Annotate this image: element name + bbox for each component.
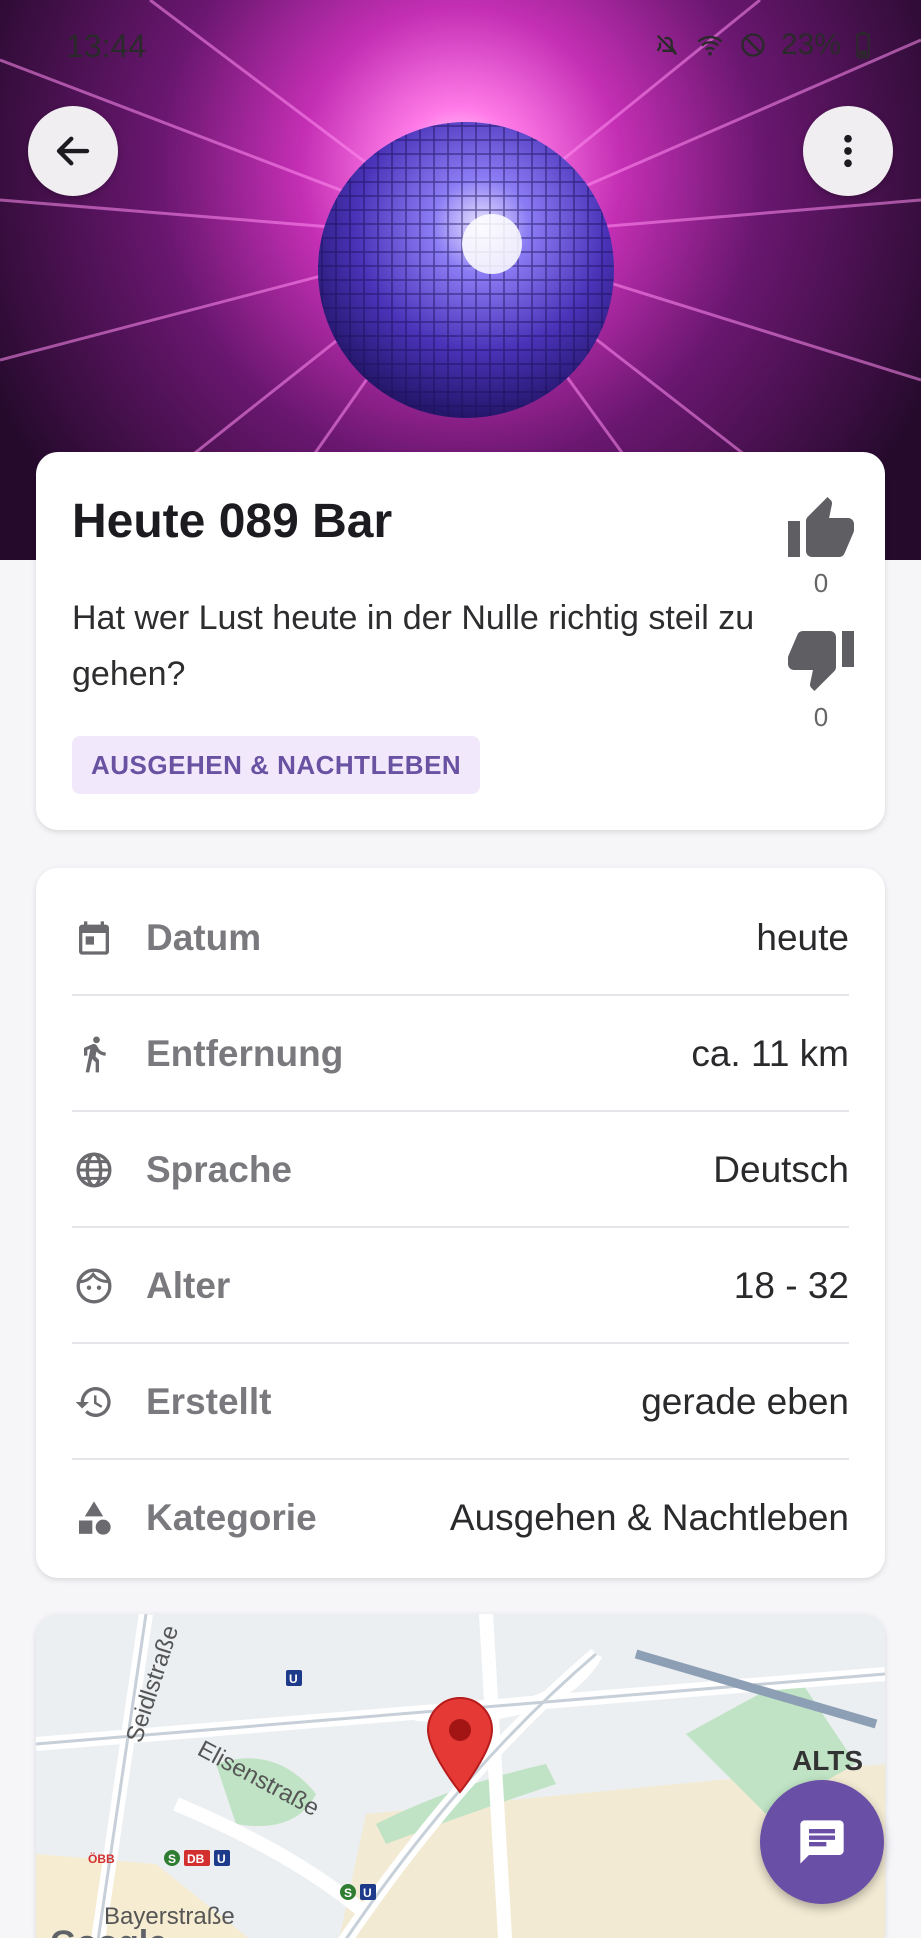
event-summary-card: Heute 089 Bar Hat wer Lust heute in der …: [36, 452, 885, 830]
detail-row-age: Alter 18 - 32: [72, 1228, 849, 1344]
globe-icon: [72, 1148, 116, 1192]
detail-value: ca. 11 km: [691, 1033, 849, 1074]
event-description: Hat wer Lust heute in der Nulle richtig …: [72, 599, 755, 693]
back-button[interactable]: [28, 106, 118, 196]
detail-label: Alter: [146, 1265, 231, 1306]
calendar-icon: [72, 916, 116, 960]
detail-row-created: Erstellt gerade eben: [72, 1344, 849, 1460]
svg-text:U: U: [217, 1852, 226, 1866]
detail-row-category: Kategorie Ausgehen & Nachtleben: [72, 1460, 849, 1576]
dnd-icon: [741, 33, 765, 57]
status-time: 13:44: [66, 28, 147, 64]
detail-value: gerade eben: [641, 1381, 849, 1422]
detail-label: Datum: [146, 917, 262, 958]
battery-icon: [856, 31, 870, 59]
transit-badge: U: [286, 1670, 302, 1686]
event-title: Heute 089 Bar: [72, 495, 393, 548]
detail-row-date: Datum heute: [72, 880, 849, 996]
chat-icon: [800, 1820, 844, 1864]
walk-icon: [72, 1032, 116, 1076]
wifi-icon: [697, 35, 723, 56]
detail-value: 18 - 32: [733, 1265, 849, 1306]
svg-text:U: U: [289, 1672, 298, 1686]
detail-value: Ausgehen & Nachtleben: [449, 1497, 849, 1538]
detail-row-distance: Entfernung ca. 11 km: [72, 996, 849, 1112]
more-options-button[interactable]: [803, 106, 893, 196]
detail-label: Sprache: [146, 1149, 293, 1190]
dislike-count: 0: [813, 702, 829, 732]
mute-icon: [656, 34, 678, 56]
arrow-back-icon: [56, 136, 90, 166]
history-icon: [72, 1380, 116, 1424]
thumb-up-icon: [788, 497, 854, 557]
battery-percent: 23%: [780, 28, 841, 61]
svg-text:ÖBB: ÖBB: [88, 1851, 115, 1866]
face-icon: [72, 1264, 116, 1308]
google-logo: Google: [50, 1924, 167, 1938]
svg-text:S: S: [344, 1886, 352, 1900]
svg-text:DB: DB: [187, 1852, 205, 1866]
like-button[interactable]: 0: [776, 494, 866, 599]
thumb-down-icon: [788, 631, 854, 691]
map-label-district: ALTS: [792, 1745, 863, 1776]
status-icons: 23%: [653, 28, 871, 62]
like-count: 0: [813, 568, 829, 598]
detail-value: Deutsch: [713, 1149, 849, 1190]
detail-label: Erstellt: [146, 1381, 272, 1422]
event-details-card: Datum heute Entfernung ca. 11 km Sprache…: [36, 868, 885, 1578]
svg-text:S: S: [168, 1852, 176, 1866]
more-vert-icon: [844, 134, 852, 168]
location-map[interactable]: Seidlstraße Elisenstraße Bayerstraße ALT…: [36, 1614, 885, 1938]
category-chip[interactable]: AUSGEHEN & NACHTLEBEN: [72, 736, 481, 794]
category-icon: [72, 1496, 116, 1540]
detail-label: Kategorie: [146, 1497, 317, 1538]
svg-text:U: U: [363, 1886, 372, 1900]
chat-fab-button[interactable]: [760, 1780, 884, 1904]
detail-label: Entfernung: [146, 1033, 344, 1074]
detail-row-language: Sprache Deutsch: [72, 1112, 849, 1228]
dislike-button[interactable]: 0: [776, 628, 866, 733]
detail-value: heute: [756, 917, 849, 958]
status-bar: 13:44 23%: [0, 0, 921, 90]
